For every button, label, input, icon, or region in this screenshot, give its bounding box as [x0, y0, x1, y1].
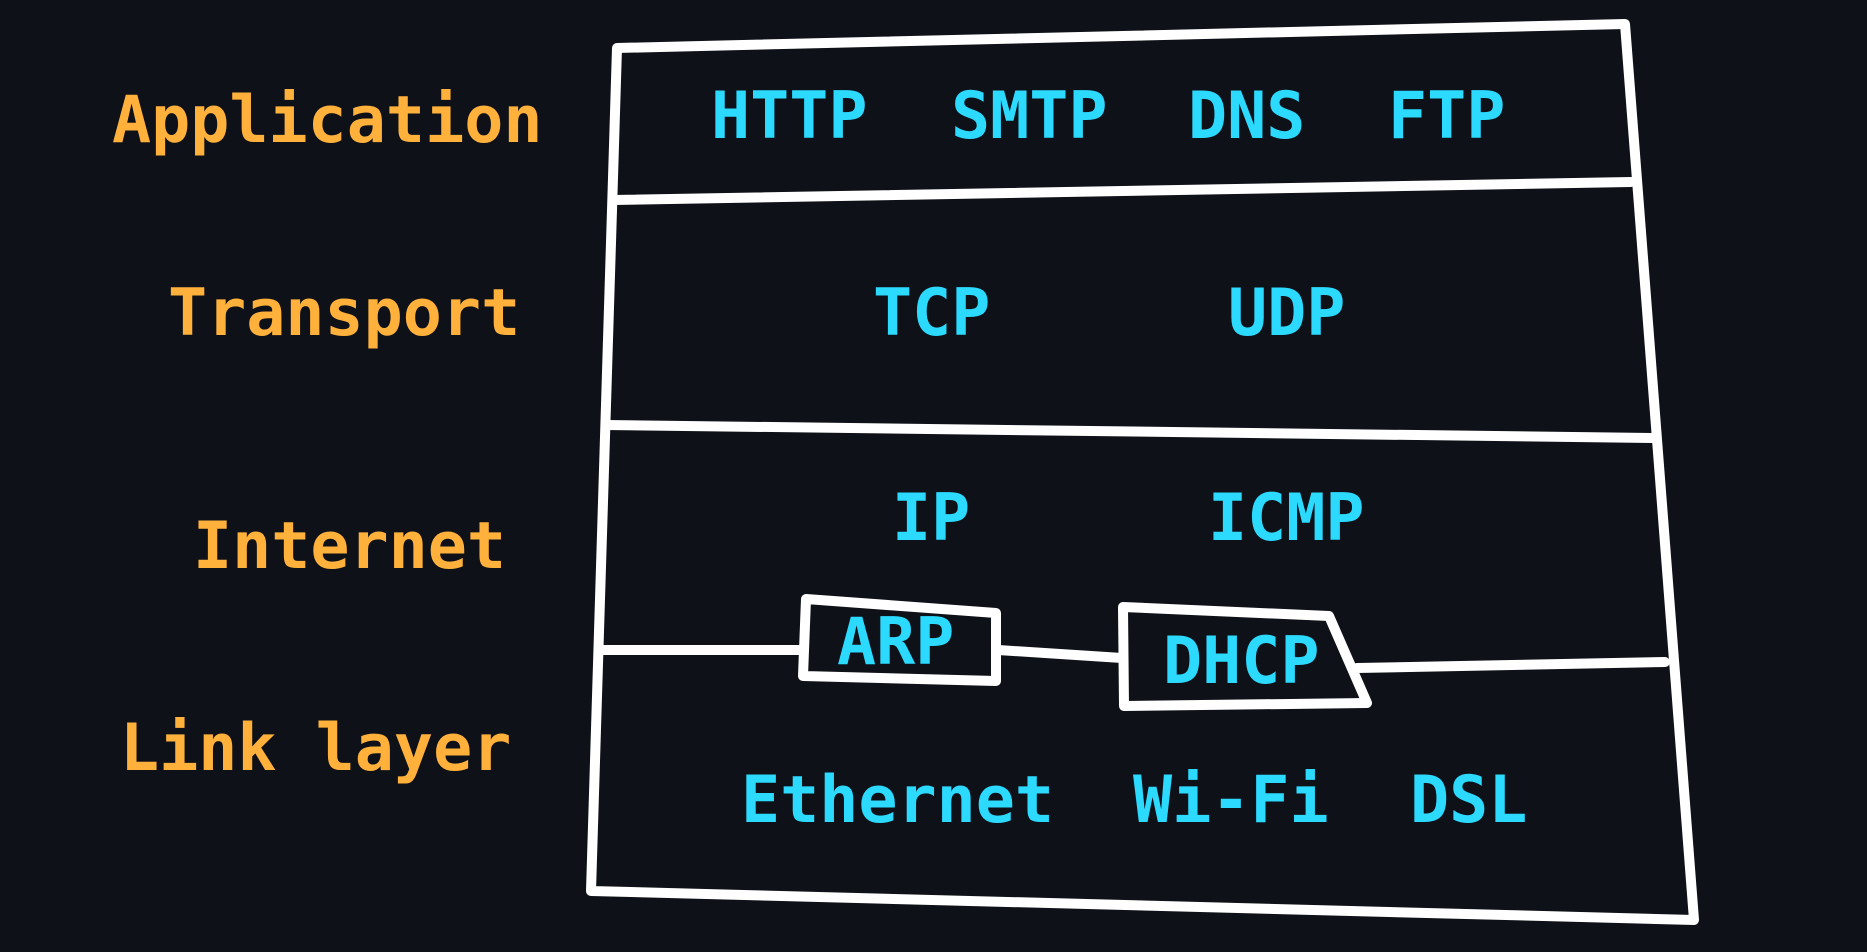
layer-label-application: Application — [112, 83, 542, 158]
protocol-udp: UDP — [1228, 276, 1345, 351]
divider-internet-link-right — [1352, 657, 1670, 673]
protocol-smtp: SMTP — [951, 79, 1108, 154]
protocol-dsl: DSL — [1410, 763, 1527, 838]
protocol-ethernet: Ethernet — [741, 763, 1054, 838]
protocol-dhcp: DHCP — [1163, 624, 1320, 699]
protocol-ip: IP — [892, 481, 970, 556]
protocol-wifi: Wi-Fi — [1133, 763, 1329, 838]
protocol-tcp: TCP — [873, 276, 990, 351]
protocol-icmp: ICMP — [1208, 481, 1365, 556]
protocol-arp: ARP — [837, 605, 954, 680]
layer-label-transport: Transport — [168, 276, 520, 351]
layer-label-internet: Internet — [193, 509, 506, 584]
protocol-dns: DNS — [1188, 79, 1305, 154]
layer-label-link: Link layer — [120, 711, 511, 786]
tcp-ip-stack-diagram: Application Transport Internet Link laye… — [0, 0, 1867, 952]
protocol-ftp: FTP — [1388, 79, 1505, 154]
protocol-http: HTTP — [711, 79, 868, 154]
